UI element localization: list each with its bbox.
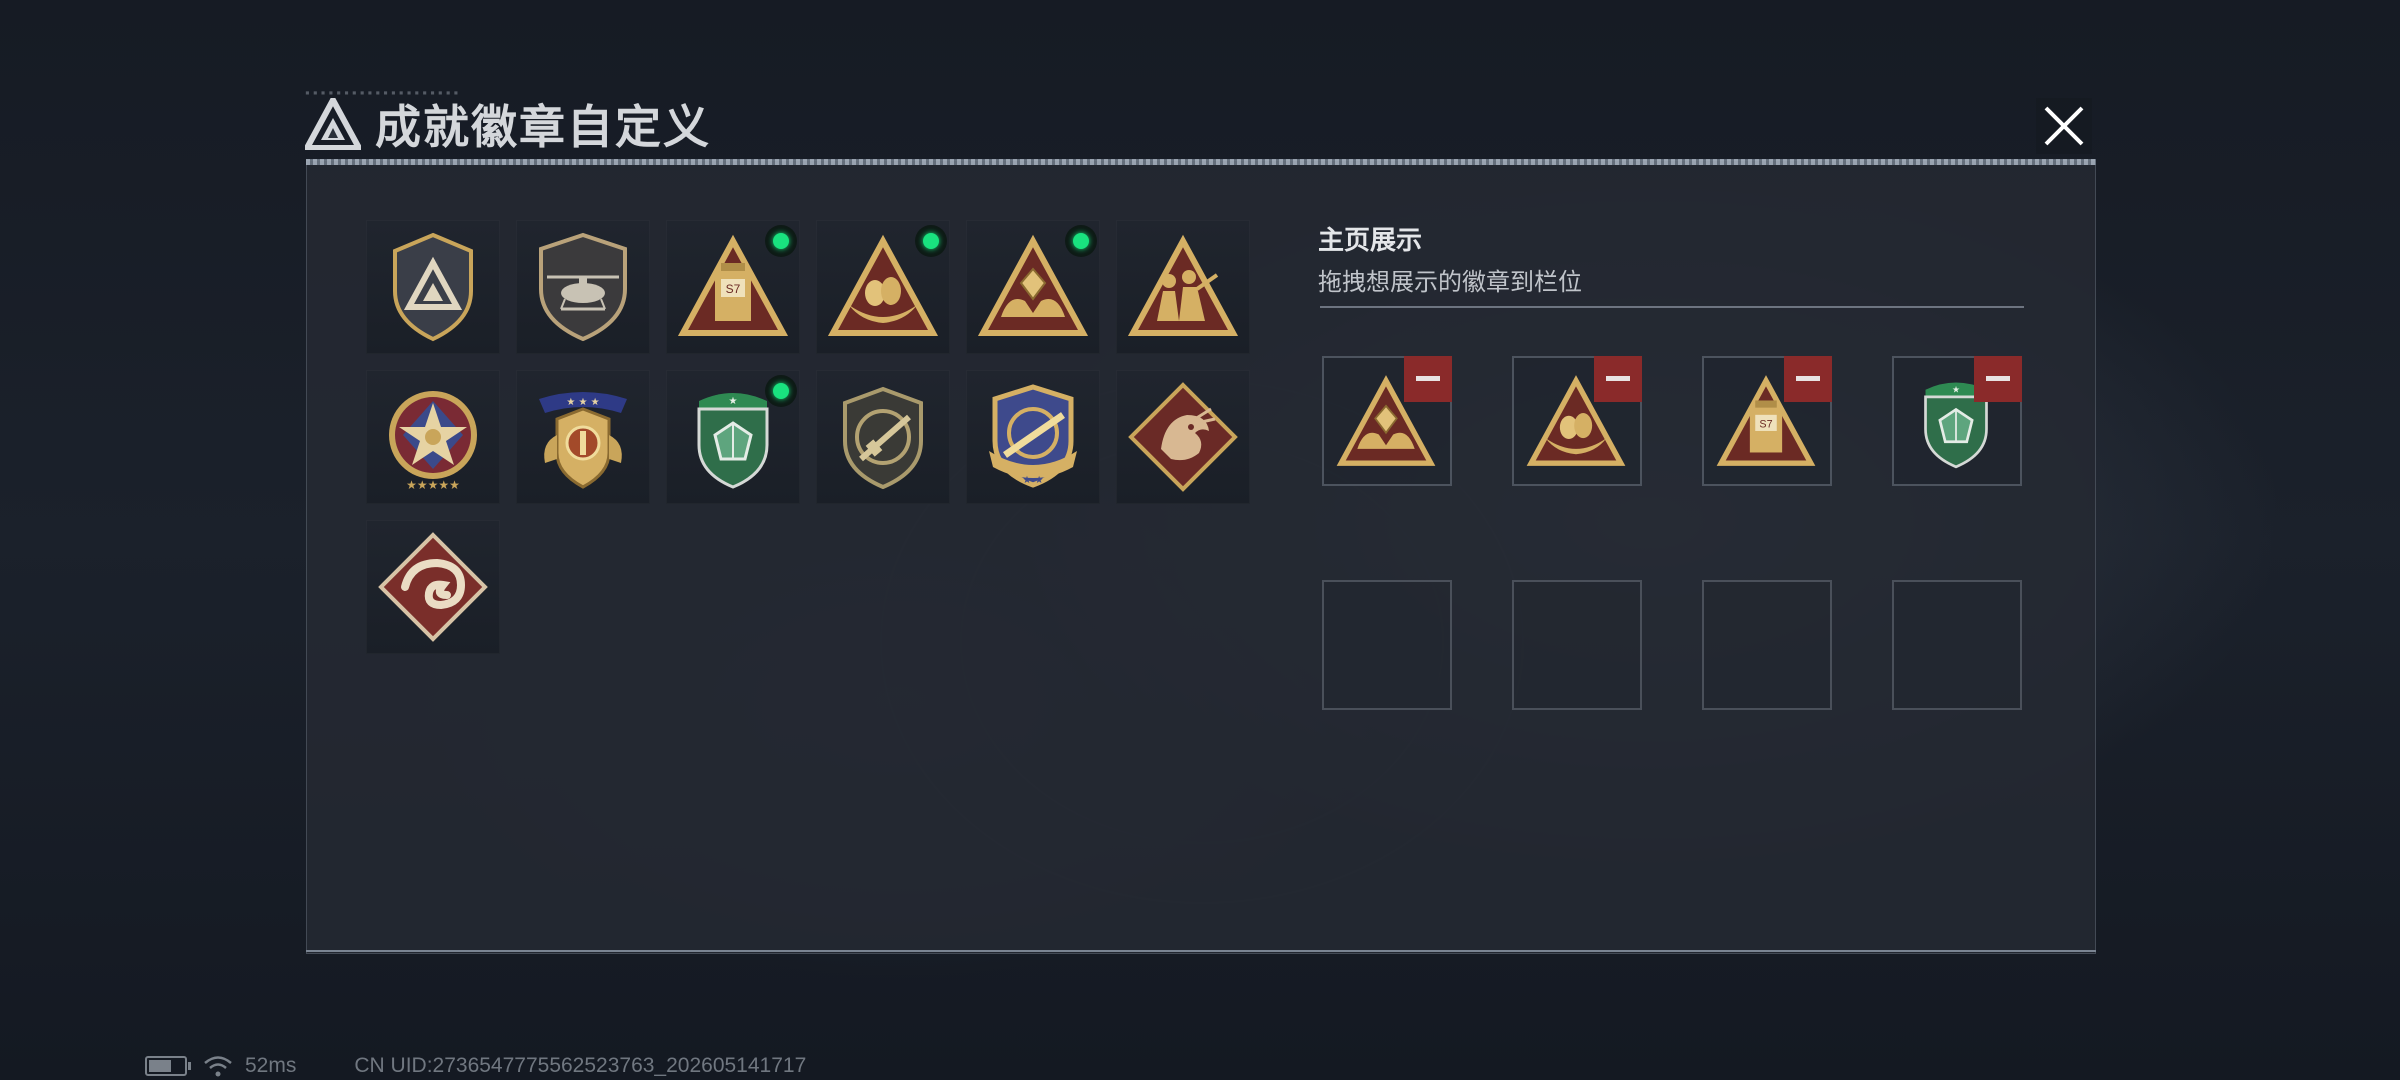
badge-cell[interactable]: ★ [666,370,800,504]
badge-cell[interactable] [1116,370,1250,504]
close-button[interactable] [2036,98,2092,154]
display-section-subtitle: 拖拽想展示的徽章到栏位 [1318,269,1582,296]
badge-cell[interactable] [1116,220,1250,354]
display-slot[interactable]: ★ [1892,356,2022,486]
display-slot[interactable]: S7 [1702,356,1832,486]
ping-value: 52ms [245,1054,297,1077]
remove-badge-button[interactable] [1784,356,1832,402]
badge-cell[interactable]: ★ ★ [966,370,1100,504]
svg-text:★: ★ [729,396,738,407]
empty-display-slot[interactable] [1322,580,1452,710]
empty-display-slot[interactable] [1512,580,1642,710]
dialog-title: 成就徽章自定义 [375,101,711,153]
remove-badge-button[interactable] [1404,356,1452,402]
display-divider [1320,306,2024,308]
svg-text:S7: S7 [1759,418,1772,430]
rocket-crest-badge-icon: ★ ★ [989,384,1077,488]
status-bar: 52ms CN UID:27365477755625237​63_2026051… [145,1054,806,1078]
svg-text:★★★★★: ★★★★★ [406,478,460,492]
svg-text:S7: S7 [726,282,741,296]
snake-diamond-badge-icon [378,532,488,642]
svg-text:★ ★ ★: ★ ★ ★ [566,397,599,408]
triangle-logo-shield-badge-icon [393,232,473,342]
empty-display-slot[interactable] [1892,580,2022,710]
new-badge-indicator [768,378,794,404]
dialog-header: 成就徽章自定义 [305,92,711,156]
remove-badge-button[interactable] [1974,356,2022,402]
badge-cell[interactable]: ★★★★★ [366,370,500,504]
soldiers-triangle-badge-icon [1127,234,1239,336]
new-badge-indicator [918,228,944,254]
svg-text:★ ★: ★ ★ [1022,475,1043,486]
triangle-logo-icon [305,98,361,150]
badge-cell[interactable] [366,520,500,654]
display-slot[interactable] [1512,356,1642,486]
badge-cell[interactable] [516,220,650,354]
display-slot[interactable] [1322,356,1452,486]
user-uid: CN UID:27365477755625237​63_202605141717 [354,1054,807,1077]
panel-top-border [306,159,2096,165]
winged-crest-badge-icon: ★ ★ ★ [539,392,627,489]
badge-cell[interactable]: ★ ★ ★ [516,370,650,504]
battery-icon [145,1056,191,1076]
badge-cell[interactable] [816,220,950,354]
svg-text:★: ★ [1952,385,1960,395]
badge-cell[interactable] [816,370,950,504]
badge-cell[interactable] [966,220,1100,354]
display-section-title: 主页展示 [1318,225,1423,255]
helicopter-shield-badge-icon [539,232,627,342]
star-medal-badge-icon: ★★★★★ [389,391,477,492]
remove-badge-button[interactable] [1594,356,1642,402]
panel-bottom-border [306,950,2096,952]
empty-display-slot[interactable] [1702,580,1832,710]
rifle-shield-badge-icon [843,386,923,490]
badge-cell[interactable] [366,220,500,354]
close-icon [2044,106,2084,146]
dragon-diamond-badge-icon [1128,382,1238,492]
wifi-icon [204,1056,232,1077]
new-badge-indicator [768,228,794,254]
new-badge-indicator [1068,228,1094,254]
badge-cell[interactable]: S7 [666,220,800,354]
